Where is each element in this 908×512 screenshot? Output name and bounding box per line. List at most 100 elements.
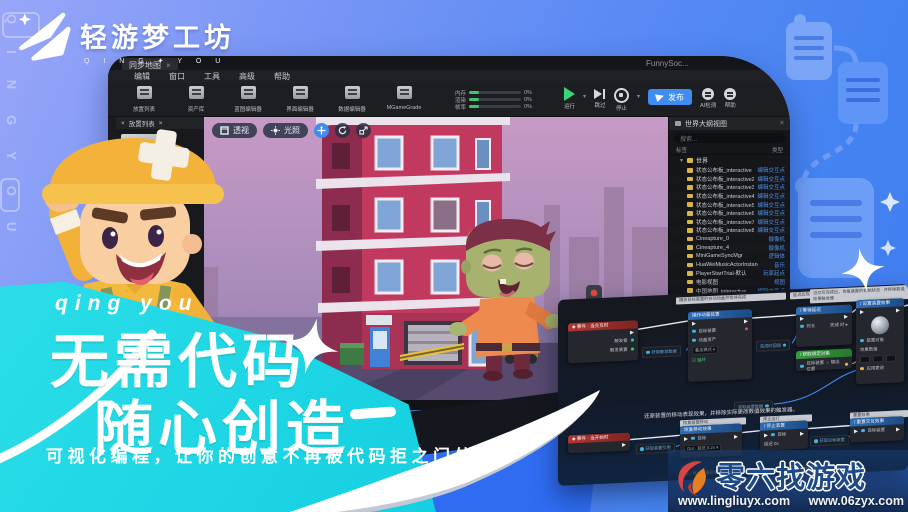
menu-item[interactable]: 窗口 <box>169 71 185 82</box>
data-pin[interactable] <box>631 338 635 342</box>
toolbar-button[interactable]: 界面编辑器 <box>274 86 326 113</box>
exec-pin[interactable] <box>800 316 804 320</box>
menu-item[interactable]: 编辑 <box>134 71 150 82</box>
outliner-row[interactable]: 状态公布板_interactive8 编辑交互点 <box>669 226 790 235</box>
outliner-item-name: 状态公布板_interactive8 <box>696 226 754 234</box>
outliner-item-type: 逻辑体 <box>768 252 785 260</box>
outliner-row[interactable]: 状态公布板_interactive7 编辑交互点 <box>669 218 790 227</box>
reset-node[interactable]: / 重置交互效果 目标装置 <box>850 416 904 442</box>
toolbar-label: MGameGrade <box>378 105 430 111</box>
data-pin[interactable] <box>860 339 864 343</box>
outliner-row[interactable]: 状态公布板_interactive6 编辑交互点 <box>669 209 790 218</box>
stop-node[interactable]: / 停止装置 目标 延迟 0s <box>760 421 808 451</box>
outliner-header[interactable]: 世界大纲视图 × <box>669 117 790 130</box>
data-pin[interactable] <box>771 433 775 437</box>
folder-icon <box>687 263 693 268</box>
outliner-row[interactable]: MiniGameSyncMgr 逻辑体 <box>669 252 790 261</box>
dropdown[interactable]: 叠加模式 ▾ <box>692 345 718 354</box>
animate-node[interactable]: 操作动画装置 目标装置 动画资产 叠加模式 ▾ ☑ 循环 <box>688 309 752 382</box>
exec-pin[interactable] <box>896 427 900 431</box>
menu-item[interactable]: 帮助 <box>274 71 290 82</box>
data-pin[interactable] <box>800 364 804 368</box>
ai-chat-icon <box>702 88 714 100</box>
publish-button[interactable]: 发布 <box>648 89 692 105</box>
data-pin[interactable] <box>631 347 635 351</box>
exec-pin[interactable] <box>896 308 900 312</box>
value-input[interactable] <box>886 354 896 361</box>
play-icon <box>564 87 575 101</box>
help-button[interactable]: 帮助 <box>724 87 736 109</box>
value-input[interactable] <box>860 355 870 362</box>
panel-icon <box>675 121 681 126</box>
lighting-button[interactable]: 光照 <box>263 123 308 138</box>
chevron-down-icon[interactable]: ▾ <box>583 93 586 100</box>
exec-pin[interactable] <box>684 436 688 440</box>
exec-pin[interactable] <box>854 429 858 433</box>
value-input[interactable] <box>873 355 883 362</box>
exec-pin[interactable] <box>734 434 738 438</box>
outliner-row[interactable]: 电影视图 视图 <box>669 278 790 287</box>
perf-bar <box>469 105 521 108</box>
exec-pin[interactable] <box>744 319 748 323</box>
toolbar-button[interactable]: MGameGrade <box>378 86 430 113</box>
outliner-item-type: 玩家起点 <box>763 269 785 277</box>
data-pin[interactable] <box>692 338 696 342</box>
outliner-item-type: 视图 <box>774 278 785 286</box>
move-tool-button[interactable] <box>314 123 329 138</box>
outliner-row[interactable]: Cineapture_4 摄像机 <box>669 243 790 252</box>
exec-pin[interactable] <box>692 321 696 325</box>
event-node[interactable]: ◆ 事件 · 当交互时 触发者 触发装置 <box>568 320 638 363</box>
outliner-root-row[interactable]: ▼ 世界 <box>669 155 790 166</box>
outliner-row[interactable]: 状态公布板_interactive2 编辑交互点 <box>669 175 790 184</box>
data-pin[interactable] <box>691 436 695 440</box>
close-icon[interactable]: × <box>780 120 784 127</box>
chevron-down-icon[interactable]: ▾ <box>637 93 640 100</box>
callback-chip[interactable]: 完成时回调 <box>756 339 790 352</box>
data-pin[interactable] <box>800 324 804 328</box>
perf-bar <box>469 91 521 94</box>
data-pin[interactable] <box>692 329 696 333</box>
data-pin[interactable] <box>845 362 849 366</box>
outliner-item-type: 编辑交互点 <box>757 192 785 200</box>
outliner-item-type: 编辑交互点 <box>757 175 785 183</box>
data-pin[interactable] <box>860 367 864 371</box>
ai-check-button[interactable]: AI检测 <box>700 87 716 109</box>
outliner-row[interactable]: PlayerStartTrial-默认 玩家起点 <box>669 269 790 278</box>
data-pin[interactable] <box>861 429 865 433</box>
data-pin[interactable] <box>745 327 749 331</box>
exec-pin[interactable] <box>764 433 768 437</box>
delay-node[interactable]: / 等待延迟 时长完成 时 ▸ <box>796 305 852 348</box>
outliner-row[interactable]: 状态公布板_interactive5 编辑交互点 <box>669 200 790 209</box>
exec-pin[interactable] <box>860 309 864 313</box>
rotate-tool-button[interactable] <box>335 123 350 138</box>
outliner-row[interactable]: 状态公布板_interactive 编辑交互点 <box>669 166 790 175</box>
run-button[interactable]: 运行 <box>564 87 575 110</box>
set-effect-node[interactable]: / 设置装置效果 装置对象 效果数值 应用更改 <box>856 298 904 384</box>
event-node[interactable]: ◆ 事件 · 当开始时 <box>568 433 630 454</box>
outliner-item-type: 编辑交互点 <box>757 209 785 217</box>
exec-pin[interactable] <box>622 442 626 446</box>
outliner-search-input[interactable]: 搜索... <box>674 133 785 143</box>
getter-chip[interactable]: 获取目标装置 <box>810 435 849 447</box>
menu-item[interactable]: 高级 <box>239 71 255 82</box>
outliner-row[interactable]: Cineapture_0 摄像机 <box>669 235 790 244</box>
stop-button[interactable]: 停止 <box>614 87 629 112</box>
exec-pin[interactable] <box>844 314 848 318</box>
outliner-row[interactable]: 状态公布板_interactive4 编辑交互点 <box>669 192 790 201</box>
outliner-item-type: 编辑交互点 <box>757 166 785 174</box>
get-binding-node[interactable]: / 获取绑定对象 目标装置 → 输出位置 <box>796 349 852 372</box>
ear <box>182 234 202 254</box>
outliner-item-name: 状态公布板_interactive7 <box>696 218 754 226</box>
toolbar-button[interactable]: 数据编辑器 <box>326 86 378 113</box>
brand-subtitle: Q I N G ✦ Y O U <box>80 57 235 65</box>
menu-item[interactable]: 工具 <box>204 71 220 82</box>
skip-button[interactable]: 跳过 <box>594 87 606 109</box>
outliner-row[interactable]: 状态公布板_interactive3 编辑交互点 <box>669 183 790 192</box>
outliner-item-name: 状态公布板_interactive5 <box>696 201 754 209</box>
scale-tool-button[interactable] <box>356 123 371 138</box>
rotate-icon <box>338 126 347 135</box>
exec-pin[interactable] <box>800 431 804 435</box>
getter-chip[interactable]: 获取触发数据 <box>642 345 681 358</box>
outliner-row[interactable]: HuaWeiMusicActorInstance 音乐 <box>669 261 790 270</box>
exec-pin[interactable] <box>630 330 634 334</box>
